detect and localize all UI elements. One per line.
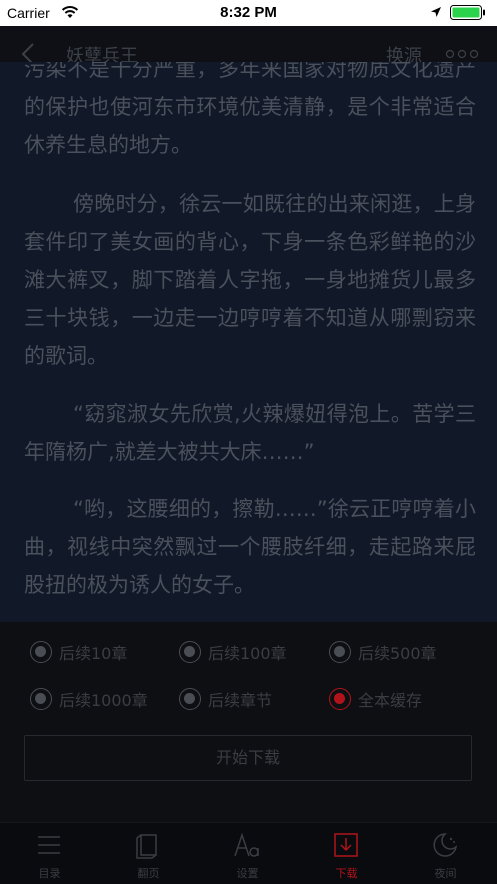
paragraph: “窈窕淑女先欣赏,火辣爆妞得泡上。苦学三年隋杨广,就差大被共大床……” (24, 402, 476, 464)
paragraph: 污染不是十分严重，多年来国家对物质文化遗产的保护也使河东市环境优美清静，是个非常… (24, 62, 476, 157)
clock: 8:32 PM (220, 4, 277, 21)
tab-label: 下载 (335, 867, 358, 880)
tab-settings[interactable]: 设置 (198, 823, 297, 884)
option-label: 后续章节 (208, 691, 273, 710)
tab-page-flip[interactable]: 翻页 (99, 823, 198, 884)
radio-button[interactable] (179, 641, 201, 663)
more-options-icon[interactable] (446, 49, 478, 59)
tab-night-mode[interactable]: 夜间 (396, 823, 495, 884)
tab-label: 夜间 (434, 867, 457, 880)
option-label: 后续10章 (59, 644, 128, 663)
list-icon (38, 836, 60, 854)
option-label: 后续1000章 (59, 691, 148, 710)
option-next-100[interactable]: 后续100章 (179, 640, 287, 664)
option-label: 后续500章 (358, 644, 437, 663)
option-label: 后续100章 (208, 644, 287, 663)
night-mode-icon (433, 833, 458, 857)
radio-button[interactable] (179, 688, 201, 710)
option-next-10[interactable]: 后续10章 (30, 640, 127, 664)
option-next-500[interactable]: 后续500章 (329, 640, 437, 664)
radio-button[interactable] (30, 641, 52, 663)
tab-catalog[interactable]: 目录 (0, 823, 99, 884)
option-full-cache[interactable]: 全本缓存 (329, 687, 422, 711)
download-panel: 后续10章 后续100章 后续500章 后续1000章 后续章节 全本缓存 开始… (0, 622, 497, 822)
tab-label: 翻页 (137, 867, 160, 880)
battery-icon (450, 5, 485, 20)
status-bar: Carrier 8:32 PM (0, 0, 497, 26)
download-icon (334, 833, 358, 857)
radio-button[interactable] (329, 641, 351, 663)
radio-button-selected[interactable] (329, 688, 351, 710)
tab-label: 目录 (38, 867, 61, 880)
tab-download[interactable]: 下载 (297, 823, 396, 884)
paragraph: “哟，这腰细的，擦勒……”徐云正哼哼着小曲，视线中突然飘过一个腰肢纤细，走起路来… (24, 497, 476, 597)
page-flip-icon (136, 834, 157, 859)
radio-button[interactable] (30, 688, 52, 710)
tab-bar: 目录 翻页 设置 下载 夜间 (0, 822, 497, 884)
option-label: 全本缓存 (358, 691, 423, 710)
paragraph: 傍晚时分，徐云一如既往的出来闲逛，上身套件印了美女画的背心，下身一条色彩鲜艳的沙… (24, 192, 476, 368)
location-arrow-icon (431, 7, 441, 17)
reader-content[interactable]: 污染不是十分严重，多年来国家对物质文化遗产的保护也使河东市环境优美清静，是个非常… (0, 62, 497, 622)
start-download-button[interactable]: 开始下载 (24, 735, 472, 781)
font-settings-icon (234, 832, 259, 857)
option-next-1000[interactable]: 后续1000章 (30, 687, 148, 711)
tab-label: 设置 (236, 867, 259, 880)
option-all-following[interactable]: 后续章节 (179, 687, 272, 711)
